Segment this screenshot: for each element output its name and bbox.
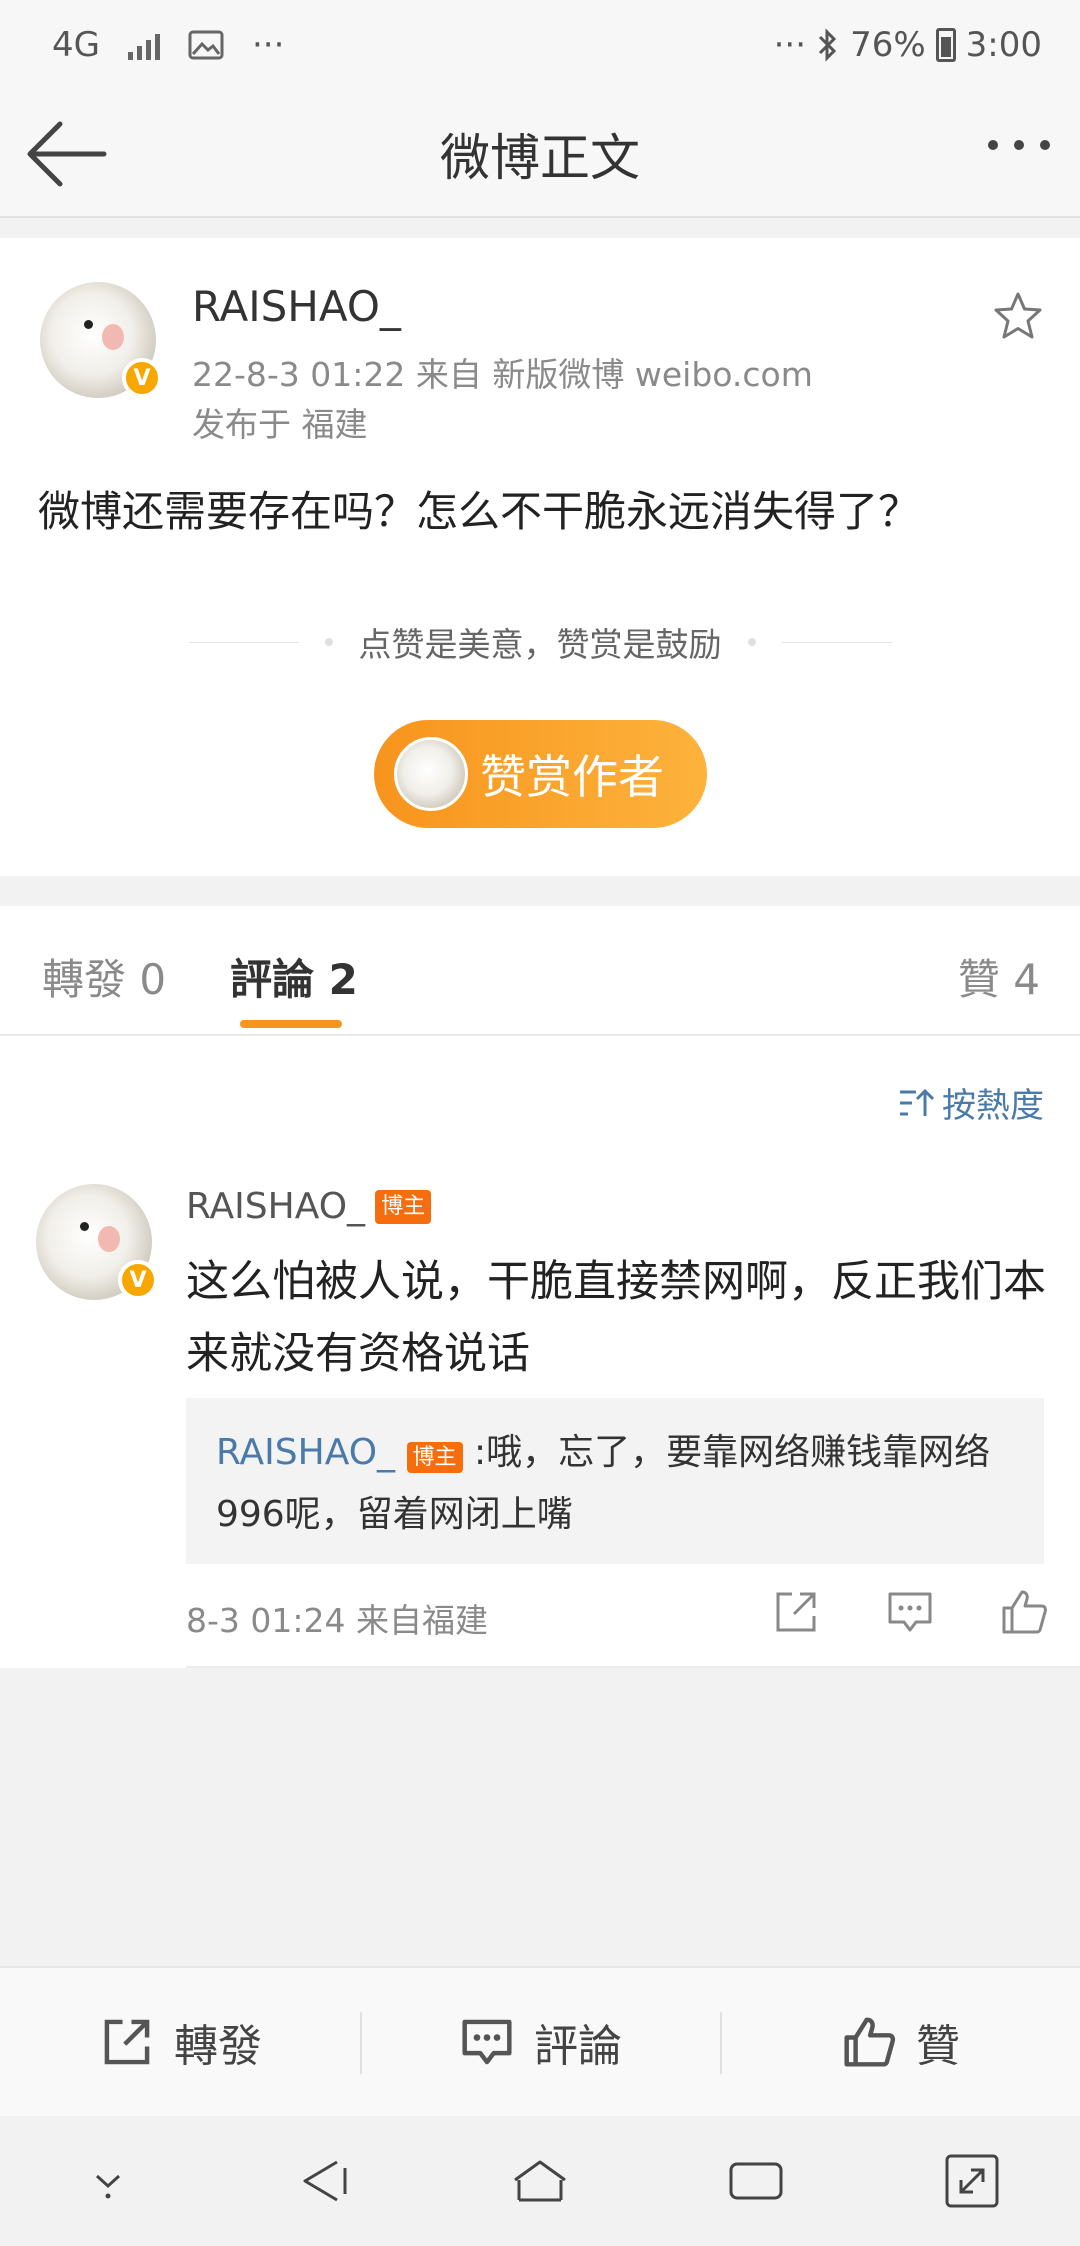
hide-keyboard-icon[interactable] xyxy=(77,2150,139,2212)
host-badge: 博主 xyxy=(406,1442,463,1473)
like-label: 贊 xyxy=(916,2021,960,2072)
comment-label: 評論 xyxy=(534,2021,622,2072)
page-title: 微博正文 xyxy=(440,129,640,187)
nav-home-icon[interactable] xyxy=(509,2150,571,2212)
tab-like[interactable]: 贊 4 xyxy=(958,946,1040,1007)
author-name[interactable]: RAISHAO_ xyxy=(192,282,401,331)
comment-actions xyxy=(770,1586,1050,1638)
tab-repost[interactable]: 轉發 0 xyxy=(42,946,166,1007)
comment-meta: 8-3 01:24 来自福建 xyxy=(186,1601,488,1640)
post-location: 发布于 福建 xyxy=(192,405,368,444)
comment-author[interactable]: RAISHAO_ 博主 xyxy=(186,1186,432,1227)
sort-icon xyxy=(900,1088,934,1116)
author-avatar[interactable]: V xyxy=(40,282,162,398)
battery-percent: 76% xyxy=(850,25,926,65)
status-bar: 4G ··· ··· 76% 3:00 xyxy=(0,0,1080,90)
divider-dot xyxy=(324,638,333,646)
sort-by-hot-button[interactable]: 按熱度 xyxy=(898,1078,1044,1127)
nav-recents-icon[interactable] xyxy=(725,2150,787,2212)
notification-more: ··· xyxy=(251,25,285,65)
interaction-tabs: 轉發 0 評論 2 贊 4 xyxy=(0,906,1080,1036)
sort-label: 按熱度 xyxy=(942,1086,1044,1126)
comment-text: 这么怕被人说，干脆直接禁网啊，反正我们本来就没有资格说话 xyxy=(186,1257,1046,1379)
tab-comment[interactable]: 評論 2 xyxy=(230,946,358,1007)
bluetooth-icon xyxy=(819,28,837,62)
top-nav-bar: 微博正文 xyxy=(0,90,1080,218)
bottom-toolbar: 轉發 評論 贊 xyxy=(0,1966,1080,2116)
battery-icon xyxy=(935,28,956,62)
reward-hint: 点赞是美意，赞赏是鼓励 xyxy=(0,618,1080,666)
active-tab-indicator xyxy=(240,1020,342,1028)
post-meta: 22-8-3 01:22 来自 新版微博 weibo.com xyxy=(192,355,813,394)
comment-icon[interactable] xyxy=(884,1586,936,1638)
system-navigation-bar xyxy=(0,2116,1080,2246)
network-indicator: 4G xyxy=(52,25,100,65)
reward-button-label: 赞赏作者 xyxy=(480,750,664,804)
nav-back-icon[interactable] xyxy=(293,2150,355,2212)
host-badge: 博主 xyxy=(375,1189,432,1224)
comment-reply[interactable]: RAISHAO_ 博主 :哦，忘了，要靠网络赚钱靠网络996呢，留着网闭上嘴 xyxy=(186,1398,1044,1564)
comment-button[interactable]: 評論 xyxy=(360,1968,720,2116)
repost-label: 轉發 xyxy=(174,2021,262,2072)
share-icon[interactable] xyxy=(770,1586,822,1638)
signal-icon xyxy=(127,30,160,60)
post-text: 微博还需要存在吗？怎么不干脆永远消失得了？ xyxy=(38,487,921,536)
reward-author-button[interactable]: 赞赏作者 xyxy=(374,720,707,828)
comment-list: 按熱度 V RAISHAO_ 博主 这么怕被人说，干脆直接禁网啊，反正我们本来就… xyxy=(0,1036,1080,1668)
verified-badge: V xyxy=(122,358,162,398)
reward-avatar xyxy=(394,737,468,811)
status-more: ··· xyxy=(773,25,807,65)
comment-icon xyxy=(462,2019,512,2065)
share-icon xyxy=(104,2019,150,2065)
divider xyxy=(186,1666,1080,1668)
thumbs-up-icon xyxy=(844,2017,896,2067)
divider xyxy=(781,641,892,643)
favorite-star-icon[interactable] xyxy=(992,290,1044,342)
reply-author-name[interactable]: RAISHAO_ xyxy=(216,1432,395,1473)
image-icon xyxy=(188,30,224,60)
repost-button[interactable]: 轉發 xyxy=(0,1968,360,2116)
divider xyxy=(188,641,299,643)
reward-hint-text: 点赞是美意，赞赏是鼓励 xyxy=(358,625,722,664)
clock: 3:00 xyxy=(965,25,1042,65)
weibo-post: V RAISHAO_ 22-8-3 01:22 来自 新版微博 weibo.co… xyxy=(0,238,1080,876)
like-button[interactable]: 贊 xyxy=(720,1968,1080,2116)
more-options-icon[interactable] xyxy=(988,140,1050,150)
comment-author-name[interactable]: RAISHAO_ xyxy=(186,1186,365,1227)
commenter-avatar[interactable]: V xyxy=(36,1184,158,1300)
verified-badge: V xyxy=(118,1260,158,1300)
divider-dot xyxy=(747,638,756,646)
thumbs-up-icon[interactable] xyxy=(998,1586,1050,1638)
expand-screen-icon[interactable] xyxy=(941,2150,1003,2212)
